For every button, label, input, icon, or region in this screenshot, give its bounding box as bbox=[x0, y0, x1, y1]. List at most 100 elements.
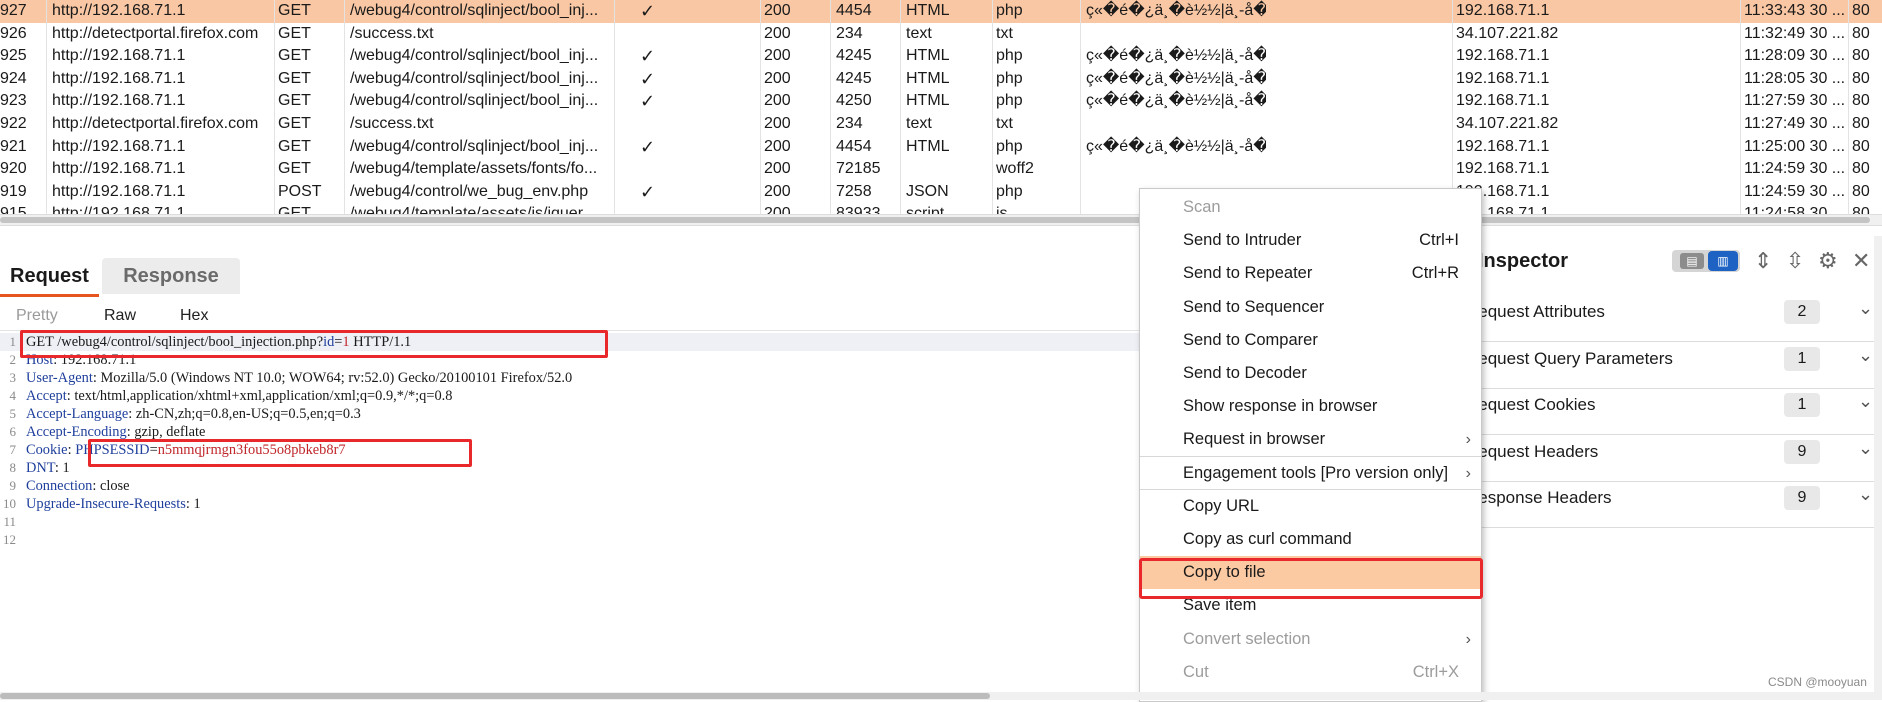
row-ip: 34.107.221.82 bbox=[1456, 24, 1559, 42]
row-length: 83933 bbox=[836, 205, 881, 214]
line-number: 8 bbox=[9, 460, 17, 475]
history-horizontal-scrollbar[interactable] bbox=[0, 214, 1882, 226]
column-divider[interactable] bbox=[900, 0, 901, 214]
header-value: text/html,application/xhtml+xml,applicat… bbox=[74, 388, 453, 404]
table-row[interactable]: 925 http://192.168.71.1 GET/webug4/control… bbox=[0, 45, 1882, 68]
watermark: CSDN @mooyuan bbox=[1768, 675, 1867, 689]
chevron-down-icon[interactable]: ⌄ bbox=[1858, 345, 1873, 366]
header-value: Mozilla/5.0 (Windows NT 10.0; WOW64; rv:… bbox=[100, 370, 573, 386]
row-method: GET bbox=[278, 69, 311, 87]
row-url: /webug4/template/assets/fonts/fo... bbox=[350, 160, 598, 178]
row-extension: php bbox=[996, 182, 1023, 200]
layout-toggle[interactable]: ▤ ▥ bbox=[1672, 250, 1740, 272]
table-row[interactable]: 922 http://detectportal.firefox.com GET/su… bbox=[0, 113, 1882, 136]
row-title: ç«�é�¿ä¸�è½½|ä¸-å�... bbox=[1086, 2, 1266, 19]
row-number: 927 bbox=[0, 2, 27, 19]
row-ip: 192.168.71.1 bbox=[1456, 2, 1550, 19]
tab-request[interactable]: Request bbox=[0, 258, 99, 297]
row-method: POST bbox=[278, 182, 322, 200]
chevron-down-icon[interactable]: ⌄ bbox=[1858, 298, 1873, 319]
menu-item-send-to-decoder[interactable]: Send to Decoder bbox=[1140, 357, 1481, 390]
row-url: /webug4/template/assets/js/jquer... bbox=[350, 205, 596, 214]
menu-item-show-response-in-browser[interactable]: Show response in browser bbox=[1140, 390, 1481, 423]
column-divider[interactable] bbox=[46, 0, 47, 214]
row-length: 7258 bbox=[836, 182, 872, 200]
row-status: 200 bbox=[764, 160, 791, 178]
row-number: 921 bbox=[0, 137, 27, 155]
table-row[interactable]: 915 http://192.168.71.1 GET/webug4/templat… bbox=[0, 203, 1882, 214]
header-name: Upgrade-Insecure-Requests bbox=[26, 496, 186, 512]
menu-item-request-in-browser[interactable]: Request in browser › bbox=[1140, 423, 1481, 456]
row-time: 11:24:59 30 ... bbox=[1744, 182, 1846, 200]
tab-hex[interactable]: Hex bbox=[180, 304, 208, 328]
column-divider[interactable] bbox=[1848, 0, 1849, 214]
row-method: GET bbox=[278, 47, 311, 65]
menu-item-shortcut: Ctrl+R bbox=[1411, 264, 1459, 283]
tab-pretty[interactable]: Pretty bbox=[16, 304, 58, 328]
section-label: Response Headers bbox=[1466, 488, 1612, 507]
table-row[interactable]: 926 http://detectportal.firefox.com GET/su… bbox=[0, 23, 1882, 46]
column-divider[interactable] bbox=[1080, 0, 1081, 214]
column-divider[interactable] bbox=[760, 0, 761, 214]
close-icon[interactable]: ✕ bbox=[1852, 248, 1870, 274]
gear-icon[interactable]: ⚙ bbox=[1818, 248, 1838, 274]
split-layout-icon[interactable]: ▥ bbox=[1708, 251, 1738, 271]
menu-item-send-to-repeater[interactable]: Send to Repeater Ctrl+R bbox=[1140, 257, 1481, 290]
expand-all-icon[interactable]: ⇳ bbox=[1786, 248, 1804, 274]
row-status: 200 bbox=[764, 92, 791, 110]
row-method: GET bbox=[278, 205, 311, 214]
menu-item-engagement-tools-pro-version-only[interactable]: Engagement tools [Pro version only] › bbox=[1140, 457, 1481, 490]
chevron-down-icon[interactable]: ⌄ bbox=[1858, 391, 1873, 412]
menu-item-copy-as-curl-command[interactable]: Copy as curl command bbox=[1140, 523, 1481, 556]
line-number: 9 bbox=[9, 478, 17, 493]
column-divider[interactable] bbox=[614, 0, 615, 214]
menu-item-label: Copy URL bbox=[1183, 496, 1260, 515]
row-port: 80 bbox=[1852, 115, 1870, 132]
row-port: 80 bbox=[1852, 137, 1870, 155]
row-ip: 34.107.221.82 bbox=[1456, 115, 1559, 132]
chevron-down-icon[interactable]: ⌄ bbox=[1858, 484, 1873, 505]
row-number: 922 bbox=[0, 115, 27, 132]
column-divider[interactable] bbox=[830, 0, 831, 214]
row-params-check: ✓ bbox=[640, 1, 656, 21]
inspector-scrollbar[interactable] bbox=[1874, 236, 1882, 692]
table-row[interactable]: 920 http://192.168.71.1 GET/webug4/templat… bbox=[0, 158, 1882, 181]
row-time: 11:24:58 30 ... bbox=[1744, 205, 1846, 214]
proxy-history-table[interactable]: 927 http://192.168.71.1 GET/webug4/control… bbox=[0, 0, 1882, 214]
menu-item-convert-selection: Convert selection › bbox=[1140, 623, 1481, 656]
header-name: Accept bbox=[26, 388, 67, 404]
menu-item-send-to-intruder[interactable]: Send to Intruder Ctrl+I bbox=[1140, 224, 1481, 257]
line-number: 11 bbox=[3, 514, 16, 529]
row-title: ç«�é�¿ä¸�è½½|ä¸-å�... bbox=[1086, 47, 1266, 65]
column-divider[interactable] bbox=[1740, 0, 1741, 214]
row-number: 920 bbox=[0, 160, 27, 178]
row-extension: js bbox=[996, 205, 1008, 214]
menu-item-label: Copy as curl command bbox=[1183, 530, 1352, 548]
table-row[interactable]: 927 http://192.168.71.1 GET/webug4/control… bbox=[0, 0, 1882, 23]
scrollbar-thumb[interactable] bbox=[0, 693, 990, 699]
menu-item-copy-url[interactable]: Copy URL bbox=[1140, 490, 1481, 523]
list-layout-icon[interactable]: ▤ bbox=[1680, 253, 1704, 269]
column-divider[interactable] bbox=[1452, 0, 1453, 214]
table-row[interactable]: 924 http://192.168.71.1 GET/webug4/control… bbox=[0, 68, 1882, 91]
tab-raw[interactable]: Raw bbox=[104, 304, 136, 328]
menu-item-label: Request in browser bbox=[1183, 430, 1326, 449]
table-row[interactable]: 923 http://192.168.71.1 GET/webug4/control… bbox=[0, 90, 1882, 113]
scrollbar-thumb[interactable] bbox=[0, 217, 1870, 223]
row-params-check: ✓ bbox=[640, 91, 656, 112]
chevron-down-icon[interactable]: ⌄ bbox=[1858, 438, 1873, 459]
column-divider[interactable] bbox=[344, 0, 345, 214]
column-divider[interactable] bbox=[992, 0, 993, 214]
table-row[interactable]: 919 http://192.168.71.1 POST/webug4/contro… bbox=[0, 181, 1882, 204]
bottom-horizontal-scrollbar[interactable] bbox=[0, 692, 1882, 700]
menu-item-send-to-sequencer[interactable]: Send to Sequencer bbox=[1140, 291, 1481, 324]
tab-response[interactable]: Response bbox=[102, 258, 240, 294]
table-row[interactable]: 921 http://192.168.71.1 GET/webug4/control… bbox=[0, 136, 1882, 159]
section-count-badge: 1 bbox=[1784, 393, 1820, 417]
column-divider[interactable] bbox=[274, 0, 275, 214]
menu-item-label: Send to Repeater bbox=[1183, 264, 1313, 283]
row-params-check: ✓ bbox=[640, 136, 656, 157]
row-method: GET bbox=[278, 160, 311, 178]
menu-item-send-to-comparer[interactable]: Send to Comparer bbox=[1140, 324, 1481, 357]
collapse-all-icon[interactable]: ⇕ bbox=[1754, 248, 1772, 274]
